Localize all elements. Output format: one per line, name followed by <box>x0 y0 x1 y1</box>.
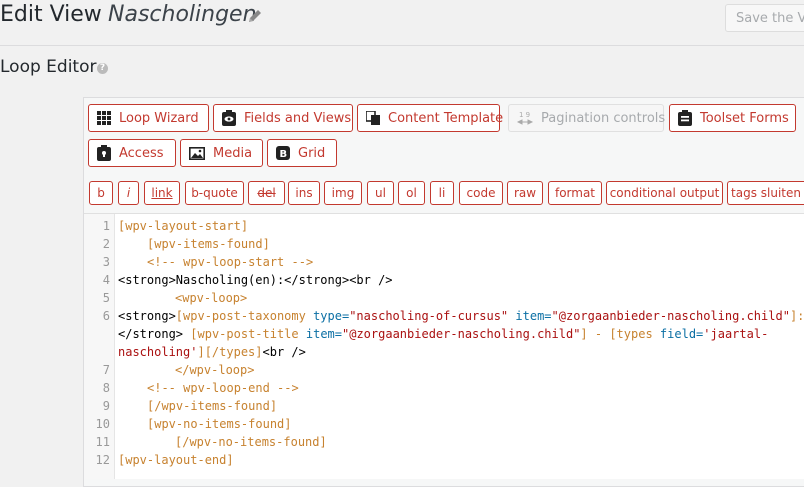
line-number: 11 <box>95 435 110 449</box>
grid-icon <box>97 111 111 125</box>
toolset-forms-icon <box>678 110 692 126</box>
access-button[interactable]: Access <box>88 139 176 167</box>
code-line: [wpv-items-found] <box>147 237 270 251</box>
line-number: 2 <box>102 237 110 251</box>
toolset-views-icon <box>222 110 236 126</box>
save-view-button[interactable]: Save the Vi <box>725 4 804 32</box>
quicktag-code-button[interactable]: code <box>459 181 503 205</box>
fields-and-views-button[interactable]: Fields and Views <box>213 104 353 132</box>
pagination-icon: 1 9 <box>517 111 533 125</box>
code-editor[interactable]: 1 2 3 4 5 6 7 8 9 10 11 12 [wpv-layout-s… <box>84 213 804 479</box>
media-button[interactable]: Media <box>180 139 263 167</box>
quicktag-img-button[interactable]: img <box>324 181 362 205</box>
line-number: 6 <box>102 309 110 323</box>
quicktag-link-button[interactable]: link <box>144 181 180 205</box>
quicktag-ul-button[interactable]: ul <box>367 181 394 205</box>
quicktag-del-button[interactable]: del <box>248 181 285 205</box>
quicktag-ins-button[interactable]: ins <box>288 181 320 205</box>
copy-icon <box>366 111 380 125</box>
quicktag-li-button[interactable]: li <box>430 181 454 205</box>
code-line: <!-- wpv-loop-end --> <box>147 381 299 395</box>
page-header: Edit View Nascholingen Save the Vi <box>0 0 804 45</box>
quicktag-tags-sluiten-button[interactable]: tags sluiten <box>727 181 804 205</box>
line-number: 1 <box>102 219 110 233</box>
header-divider <box>0 45 804 46</box>
code-line: nascholing'][/types]<br /> <box>118 345 306 359</box>
media-label: Media <box>213 145 253 161</box>
lock-icon <box>97 145 111 161</box>
quicktag-b-button[interactable]: b <box>89 181 113 205</box>
code-line: [wpv-layout-start] <box>118 219 249 233</box>
code-line: </strong> [wpv-post-title item="@zorgaan… <box>118 327 769 341</box>
loop-wizard-button[interactable]: Loop Wizard <box>88 104 209 132</box>
bootstrap-icon: B <box>276 146 290 160</box>
code-line: [wpv-layout-end] <box>118 453 234 467</box>
help-icon[interactable]: ? <box>97 63 108 74</box>
line-number: 7 <box>102 363 110 377</box>
grid-button[interactable]: B Grid <box>267 139 337 167</box>
quicktag-raw-button[interactable]: raw <box>507 181 543 205</box>
svg-text:1 9: 1 9 <box>519 111 530 119</box>
content-template-button[interactable]: Content Template <box>357 104 504 132</box>
line-number: 8 <box>102 381 110 395</box>
pencil-icon[interactable] <box>247 8 263 24</box>
code-line: [wpv-no-items-found] <box>147 417 292 431</box>
quicktag-i-button[interactable]: i <box>118 181 139 205</box>
code-line: <!-- wpv-loop-start --> <box>147 255 314 269</box>
loop-editor-heading: Loop Editor <box>0 57 97 77</box>
code-line: <wpv-loop> <box>175 291 248 305</box>
quicktag-bquote-button[interactable]: b-quote <box>185 181 244 205</box>
line-number: 9 <box>102 399 110 413</box>
line-number: 10 <box>95 417 110 431</box>
toolset-forms-button[interactable]: Toolset Forms <box>669 104 796 132</box>
line-number: 12 <box>95 453 110 467</box>
fields-and-views-label: Fields and Views <box>244 110 352 126</box>
line-number: 5 <box>102 291 110 305</box>
quicktag-conditional-output-button[interactable]: conditional output <box>606 181 723 205</box>
content-template-label: Content Template <box>388 110 504 126</box>
pagination-controls-button[interactable]: 1 9 Pagination controls <box>508 104 666 132</box>
code-line: <strong>Nascholing(en):</strong><br /> <box>118 273 393 287</box>
code-line: </wpv-loop> <box>175 363 255 377</box>
code-line: <strong>[wpv-post-taxonomy type="naschol… <box>118 309 804 323</box>
quicktag-format-button[interactable]: format <box>548 181 602 205</box>
loop-wizard-label: Loop Wizard <box>119 110 199 126</box>
toolset-forms-label: Toolset Forms <box>700 110 789 126</box>
code-line: [/wpv-no-items-found] <box>175 435 327 449</box>
grid-label: Grid <box>298 145 326 161</box>
image-icon <box>189 146 205 160</box>
svg-text:B: B <box>280 149 288 160</box>
view-name-title[interactable]: Nascholingen <box>108 2 257 27</box>
code-line: [/wpv-items-found] <box>147 399 278 413</box>
pagination-controls-label: Pagination controls <box>541 110 666 126</box>
quicktag-ol-button[interactable]: ol <box>398 181 425 205</box>
line-number: 3 <box>102 255 110 269</box>
page-title: Edit View <box>0 2 102 27</box>
access-label: Access <box>119 145 164 161</box>
line-number: 4 <box>102 273 110 287</box>
